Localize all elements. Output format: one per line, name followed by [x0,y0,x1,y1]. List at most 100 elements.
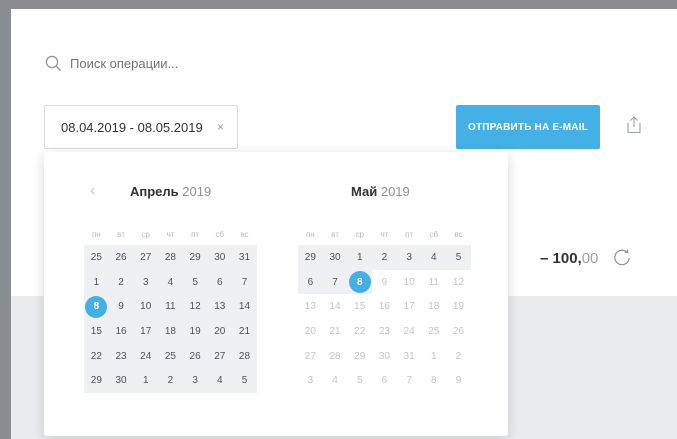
month-name: Апрель [130,184,179,199]
calendar-day[interactable]: 19 [182,319,208,344]
calendar-day[interactable]: 29 [347,344,372,369]
calendar-day[interactable]: 4 [421,245,447,270]
calendar-day[interactable]: 14 [323,294,348,319]
calendar-day[interactable]: 12 [446,270,471,295]
calendar-day[interactable]: 25 [421,319,446,344]
calendar-day[interactable]: 28 [232,343,257,369]
calendar-day[interactable]: 9 [446,368,471,393]
calendar-day[interactable]: 26 [182,343,208,369]
selected-day-marker: 8 [348,271,371,294]
calendar-week-row: 20 21 22 23 24 25 26 [298,319,471,344]
calendar-day[interactable]: 11 [421,270,446,295]
calendar-day[interactable]: 18 [421,294,446,319]
calendar-day-selected[interactable]: 8 [84,294,109,320]
calendar-day[interactable]: 31 [232,245,257,270]
date-range-field[interactable]: 08.04.2019 - 08.05.2019 × [44,105,238,149]
calendar-day[interactable]: 3 [133,269,159,295]
calendar-day[interactable]: 26 [446,319,471,344]
calendar-day[interactable]: 21 [323,319,348,344]
calendar-day[interactable]: 17 [397,294,422,319]
calendar-day[interactable]: 10 [397,270,422,295]
calendar-day[interactable]: 27 [133,245,159,270]
calendar-day[interactable]: 28 [158,245,183,270]
calendar-day[interactable]: 22 [84,343,109,369]
calendar-day[interactable]: 21 [232,319,257,344]
calendar-week-row: 29 30 1 2 3 4 5 [298,245,471,270]
calendar-day[interactable]: 7 [322,269,348,295]
calendar-day[interactable]: 10 [133,294,159,320]
calendar-day[interactable]: 17 [133,319,159,344]
calendar-day[interactable]: 1 [421,344,446,369]
calendar-day[interactable]: 5 [347,368,372,393]
calendar-day[interactable]: 11 [158,294,183,320]
calendar-day[interactable]: 26 [108,245,134,270]
calendar-day[interactable]: 16 [372,294,397,319]
calendar-day[interactable]: 6 [298,269,323,295]
calendar-day[interactable]: 13 [207,294,233,320]
clear-icon[interactable]: × [217,120,224,134]
calendar-day[interactable]: 2 [158,368,183,394]
calendar-day[interactable]: 5 [232,368,257,394]
calendar-day[interactable]: 8 [421,368,446,393]
calendar-day[interactable]: 2 [446,344,471,369]
calendar-day[interactable]: 22 [347,319,372,344]
calendar-day[interactable]: 2 [108,269,134,295]
calendar-day[interactable]: 19 [446,294,471,319]
calendar-day[interactable]: 25 [84,245,109,270]
calendar-day[interactable]: 18 [158,319,183,344]
share-icon[interactable] [626,116,642,139]
calendar-day[interactable]: 9 [372,270,397,295]
calendar-day[interactable]: 20 [207,319,233,344]
search-input[interactable]: Поиск операции... [70,56,178,71]
date-picker-popup: ‹ Апрель 2019 Май 2019 пн вт ср чт пт сб вс пн… [44,152,508,436]
calendar-day[interactable]: 24 [133,343,159,369]
calendar-day-selected[interactable]: 8 [347,269,373,295]
calendar-day[interactable]: 30 [322,245,348,270]
calendar-day[interactable]: 14 [232,294,257,320]
calendar-day[interactable]: 2 [372,245,397,270]
calendar-day[interactable]: 16 [108,319,134,344]
search-icon [45,55,62,72]
calendar-day[interactable]: 3 [396,245,422,270]
calendar-day[interactable]: 4 [158,269,183,295]
calendar-day[interactable]: 15 [84,319,109,344]
calendar-day[interactable]: 13 [298,294,323,319]
calendar-day[interactable]: 20 [298,319,323,344]
calendar-day[interactable]: 6 [207,269,233,295]
calendar-day[interactable]: 25 [158,343,183,369]
calendar-day[interactable]: 4 [323,368,348,393]
calendar-day[interactable]: 4 [207,368,233,394]
calendar-day[interactable]: 5 [182,269,208,295]
prev-month-icon[interactable]: ‹ [90,182,95,200]
calendar-day[interactable]: 12 [182,294,208,320]
send-email-button[interactable]: ОТПРАВИТЬ НА E-MAIL [456,105,600,149]
calendar-day[interactable]: 3 [298,368,323,393]
days-grid-april: 25 26 27 28 29 30 31 1 2 3 4 5 6 7 8 9 10 11 12 13 14 15 16 17 1… [84,245,257,394]
calendar-day[interactable]: 6 [372,368,397,393]
calendar-day[interactable]: 27 [207,343,233,369]
calendar-day[interactable]: 30 [372,344,397,369]
calendar-day[interactable]: 30 [207,245,233,270]
search-bar[interactable]: Поиск операции... [45,55,178,72]
calendar-day[interactable]: 28 [323,344,348,369]
calendar-day[interactable]: 3 [182,368,208,394]
calendar-day[interactable]: 29 [298,245,323,270]
calendar-day[interactable]: 31 [397,344,422,369]
calendar-day[interactable]: 1 [84,269,109,295]
calendar-day[interactable]: 29 [84,368,109,394]
calendar-day[interactable]: 27 [298,344,323,369]
calendar-day[interactable]: 7 [232,269,257,295]
calendar-day[interactable]: 15 [347,294,372,319]
calendar-day[interactable]: 29 [182,245,208,270]
calendar-day[interactable]: 9 [108,294,134,320]
calendar-day[interactable]: 1 [347,245,373,270]
calendar-day[interactable]: 23 [372,319,397,344]
repeat-icon[interactable] [612,248,632,273]
calendar-day[interactable]: 30 [108,368,134,394]
calendar-day[interactable]: 24 [397,319,422,344]
weekday-label: вт [331,230,339,239]
calendar-day[interactable]: 5 [446,245,471,270]
calendar-day[interactable]: 7 [397,368,422,393]
calendar-day[interactable]: 23 [108,343,134,369]
calendar-day[interactable]: 1 [133,368,159,394]
